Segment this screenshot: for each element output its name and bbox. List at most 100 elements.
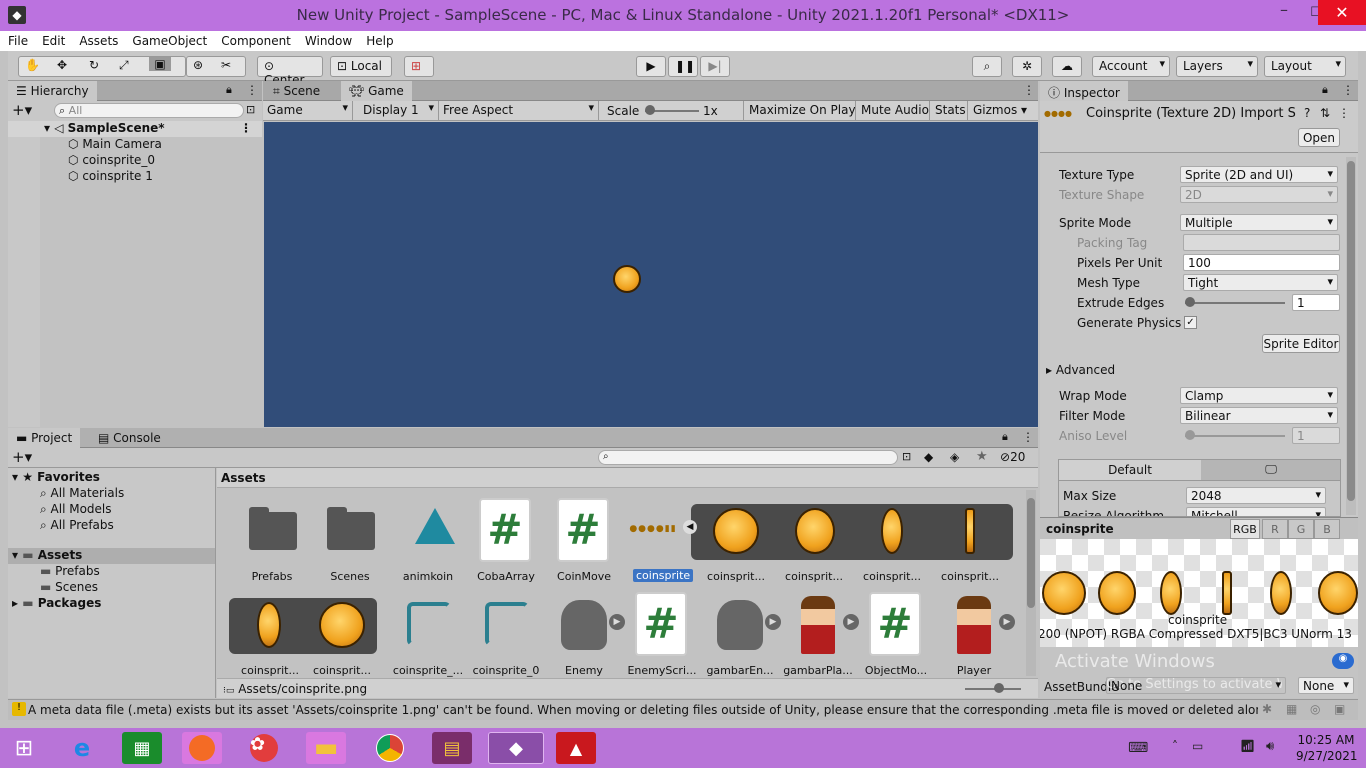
step-button[interactable]: ▶| xyxy=(700,56,730,77)
extrude-slider-thumb[interactable] xyxy=(1185,297,1195,307)
folder-item[interactable]: ▬ Prefabs xyxy=(40,564,100,578)
layers-dropdown[interactable]: Layers xyxy=(1176,56,1258,77)
custom-tool-icon[interactable]: ✂ xyxy=(221,58,231,72)
asset-tile[interactable]: # CobaArray xyxy=(467,498,545,588)
asset-tile[interactable]: # CoinMove xyxy=(545,498,623,588)
asset-tile[interactable]: ▶ Enemy xyxy=(545,592,625,682)
search-filter-icon[interactable]: ⊡ xyxy=(902,450,911,463)
play-button[interactable]: ▶ xyxy=(636,56,666,77)
sprite-tile[interactable]: coinsprit... xyxy=(303,592,381,682)
tab-scene[interactable]: ⌗ Scene xyxy=(263,81,328,101)
lock-icon[interactable]: 🔒︎ xyxy=(1322,83,1328,97)
expand-arrow-icon[interactable]: ▶ xyxy=(999,614,1015,630)
texture-type-dropdown[interactable]: Sprite (2D and UI) xyxy=(1180,166,1338,183)
folder-item[interactable]: ▬ Scenes xyxy=(40,580,98,594)
sprite-tile[interactable]: coinsprit... xyxy=(853,498,931,588)
hand-icon[interactable]: ✋ xyxy=(25,58,40,72)
menu-component[interactable]: Component xyxy=(213,31,297,48)
resize-dropdown[interactable]: Mitchell xyxy=(1186,507,1326,516)
more-icon[interactable]: ⋮ xyxy=(1023,83,1035,97)
max-size-dropdown[interactable]: 2048 xyxy=(1186,487,1326,504)
search-button[interactable]: ⌕ xyxy=(972,56,1002,77)
tab-standalone-platform[interactable]: 🖵︎ xyxy=(1201,460,1341,480)
advanced-foldout[interactable]: ▸ Advanced xyxy=(1046,363,1115,377)
extrude-slider[interactable] xyxy=(1185,302,1285,304)
grid-snap-button[interactable]: ⊞ xyxy=(404,56,434,77)
sprite-tile[interactable]: coinsprit... xyxy=(231,592,309,682)
menu-help[interactable]: Help xyxy=(358,31,399,48)
network-icon[interactable]: 📶︎ xyxy=(1240,739,1255,753)
asset-tile[interactable]: Scenes xyxy=(311,498,389,588)
tray-icon[interactable]: ▭ xyxy=(1192,739,1203,753)
menu-file[interactable]: File xyxy=(0,31,34,48)
asset-tile[interactable]: ▶ gambarEn... xyxy=(701,592,781,682)
channel-b-button[interactable]: B xyxy=(1314,519,1340,539)
winrar-icon[interactable]: ▤ xyxy=(432,732,472,764)
search-filter-icon[interactable]: ⊡ xyxy=(246,103,255,116)
favorite-item[interactable]: ⌕ All Materials xyxy=(40,486,124,501)
progress-icon[interactable]: ▣ xyxy=(1334,702,1345,716)
context-menu-icon[interactable]: ⋮ xyxy=(1338,106,1350,120)
sprite-mode-dropdown[interactable]: Multiple xyxy=(1180,214,1338,231)
cloud-button[interactable]: ☁ xyxy=(1052,56,1082,77)
close-button[interactable]: ✕ xyxy=(1318,0,1366,25)
unity-taskbar-icon[interactable]: ◆ xyxy=(488,732,544,764)
scene-row[interactable]: ▾ ◁ SampleScene* ⋮ xyxy=(8,121,262,137)
asset-bundle-dropdown[interactable]: None xyxy=(1106,677,1286,694)
move-icon[interactable]: ✥ xyxy=(57,58,67,72)
sprite-tile[interactable]: coinsprit... xyxy=(697,498,775,588)
display-mode-dropdown[interactable]: Game xyxy=(263,101,353,121)
pivot-center-button[interactable]: ⊙ Center xyxy=(257,56,323,87)
scale-slider-thumb[interactable] xyxy=(645,105,655,115)
tab-console[interactable]: ▤ Console xyxy=(90,428,169,448)
ppu-input[interactable]: 100 xyxy=(1183,254,1340,271)
layout-dropdown[interactable]: Layout xyxy=(1264,56,1346,77)
game-view[interactable] xyxy=(264,122,1038,427)
scene-menu-icon[interactable]: ⋮ xyxy=(240,121,252,135)
clock[interactable]: 10:25 AM 9/27/2021 xyxy=(1296,733,1358,763)
ie-icon[interactable]: e xyxy=(62,732,102,764)
collab-button[interactable]: ✲ xyxy=(1012,56,1042,77)
sprite-tile[interactable]: coinsprit... xyxy=(931,498,1009,588)
menu-window[interactable]: Window xyxy=(297,31,358,48)
hierarchy-item[interactable]: ⬡ coinsprite 1 xyxy=(68,169,153,183)
asset-tile[interactable]: # ObjectMo... xyxy=(857,592,935,682)
icon-size-slider[interactable] xyxy=(965,688,1021,690)
hierarchy-search-input[interactable]: ⌕ All xyxy=(54,103,244,118)
firefox-icon[interactable] xyxy=(182,732,222,764)
more-icon[interactable]: ⋮ xyxy=(1342,83,1354,97)
debug-icon[interactable]: ✱ xyxy=(1262,702,1272,716)
display-dropdown[interactable]: Display 1 xyxy=(359,101,439,121)
asset-tile[interactable]: coinsprite_... xyxy=(389,592,467,682)
autogen-icon[interactable]: ◎ xyxy=(1310,702,1320,716)
lock-icon[interactable]: 🔒︎ xyxy=(1002,430,1008,444)
scrollbar[interactable] xyxy=(1026,490,1036,676)
rotate-icon[interactable]: ↻ xyxy=(89,58,99,72)
asset-tile-selected[interactable]: ●●●●▮▮ ◀ coinsprite xyxy=(623,498,701,588)
channel-r-button[interactable]: R xyxy=(1262,519,1288,539)
expand-arrow-icon[interactable]: ◀ xyxy=(683,520,697,534)
preset-icon[interactable]: ⇅ xyxy=(1320,106,1330,120)
project-search-input[interactable]: ⌕ xyxy=(598,450,898,465)
mute-audio-toggle[interactable]: Mute Audio xyxy=(855,101,934,121)
tab-game[interactable]: 👾︎ Game xyxy=(341,81,412,101)
status-bar[interactable]: ! A meta data file (.meta) exists but it… xyxy=(8,699,1358,720)
hand-tool-button[interactable]: ✋ ✥ ↻ ⤢ ▣ xyxy=(18,56,186,77)
filter-mode-dropdown[interactable]: Bilinear xyxy=(1180,407,1338,424)
tab-default-platform[interactable]: Default xyxy=(1059,460,1201,480)
menu-edit[interactable]: Edit xyxy=(34,31,71,48)
mesh-type-dropdown[interactable]: Tight xyxy=(1183,274,1338,291)
maximize-on-play-toggle[interactable]: Maximize On Play xyxy=(743,101,861,121)
asset-tile[interactable]: ▶ Player xyxy=(935,592,1015,682)
wrap-mode-dropdown[interactable]: Clamp xyxy=(1180,387,1338,404)
assets-folder-row[interactable]: ▾ ▬ Assets xyxy=(8,548,215,564)
asset-tile[interactable]: # EnemyScri... xyxy=(623,592,701,682)
menu-assets[interactable]: Assets xyxy=(71,31,124,48)
hierarchy-item[interactable]: ⬡ coinsprite_0 xyxy=(68,153,155,167)
tray-expand-icon[interactable]: ˄ xyxy=(1172,739,1178,753)
help-icon[interactable]: ? xyxy=(1304,106,1310,120)
asset-bundle-variant-dropdown[interactable]: None xyxy=(1298,677,1354,694)
icon-size-slider-thumb[interactable] xyxy=(994,683,1004,693)
pause-button[interactable]: ❚❚ xyxy=(668,56,698,77)
asset-tile[interactable]: animkoin xyxy=(389,498,467,588)
